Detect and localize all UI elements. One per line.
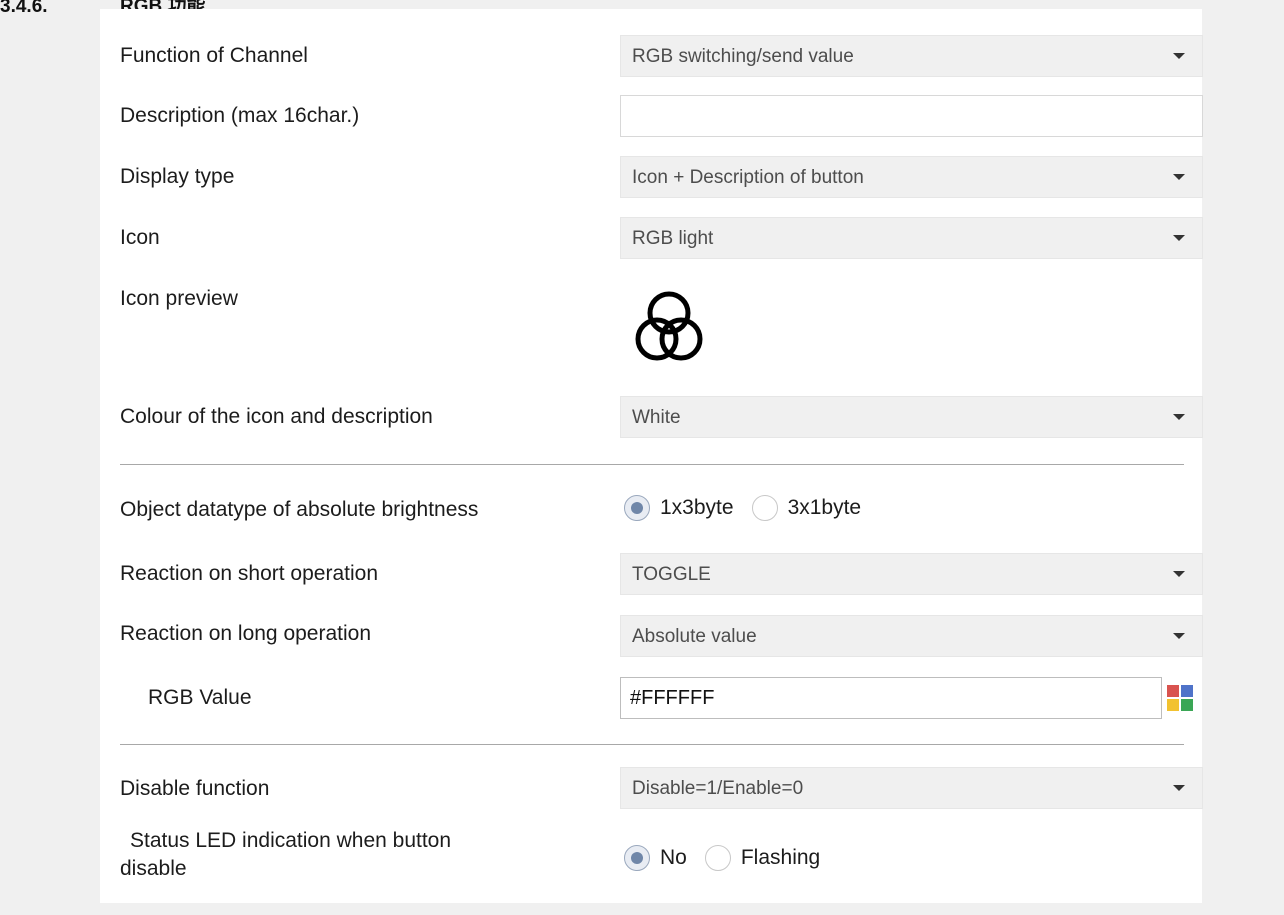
radio-1x3byte[interactable]: 1x3byte: [624, 495, 734, 521]
row-icon-preview: Icon preview: [120, 287, 1184, 377]
radio-flashing[interactable]: Flashing: [704, 845, 821, 871]
disable-function-label: Disable function: [120, 777, 270, 800]
icon-dropdown[interactable]: RGB light: [620, 217, 1203, 259]
chevron-down-icon: [1173, 633, 1185, 639]
row-disable-function: Disable function Disable=1/Enable=0: [120, 767, 1203, 809]
radio-unchecked-icon: [751, 495, 778, 521]
chevron-down-icon: [1173, 571, 1185, 577]
disable-function-dropdown[interactable]: Disable=1/Enable=0: [620, 767, 1203, 809]
function-of-channel-dropdown[interactable]: RGB switching/send value: [620, 35, 1203, 77]
rgb-value-text: #FFFFFF: [630, 687, 715, 709]
rgb-value-label: RGB Value: [148, 686, 252, 709]
radio-checked-icon: [624, 495, 650, 521]
radio-checked-icon: [624, 845, 650, 871]
radio-1x3byte-label: 1x3byte: [660, 496, 734, 519]
chevron-down-icon: [1173, 785, 1185, 791]
function-of-channel-label: Function of Channel: [120, 44, 308, 67]
function-of-channel-value: RGB switching/send value: [632, 46, 854, 67]
row-short-operation: Reaction on short operation TOGGLE: [120, 553, 1203, 595]
radio-no[interactable]: No: [624, 845, 687, 871]
short-operation-value: TOGGLE: [632, 564, 711, 585]
short-operation-label: Reaction on short operation: [120, 562, 378, 585]
radio-3x1byte-label: 3x1byte: [787, 496, 862, 519]
status-led-label-line2: disable: [120, 857, 187, 880]
divider: [120, 464, 1184, 465]
long-operation-value: Absolute value: [632, 626, 757, 647]
parameter-panel: Function of Channel RGB switching/send v…: [100, 9, 1203, 903]
chevron-down-icon: [1173, 414, 1185, 420]
row-description: Description (max 16char.): [120, 95, 1203, 137]
chevron-down-icon: [1173, 235, 1185, 241]
rgb-circles-icon: [635, 291, 703, 361]
row-long-operation: Reaction on long operation Absolute valu…: [120, 615, 1203, 657]
short-operation-dropdown[interactable]: TOGGLE: [620, 553, 1203, 595]
long-operation-dropdown[interactable]: Absolute value: [620, 615, 1203, 657]
row-function-of-channel: Function of Channel RGB switching/send v…: [120, 35, 1203, 77]
picker-swatch: [1167, 685, 1179, 697]
row-rgb-value: RGB Value #FFFFFF: [120, 677, 1193, 719]
display-type-label: Display type: [120, 165, 235, 188]
status-led-label-line1: Status LED indication when button: [130, 829, 452, 852]
description-input[interactable]: [620, 95, 1203, 137]
rgb-value-input[interactable]: #FFFFFF: [620, 677, 1162, 719]
description-label: Description (max 16char.): [120, 104, 360, 127]
row-datatype: Object datatype of absolute brightness 1…: [120, 493, 1184, 529]
radio-unchecked-icon: [704, 845, 731, 871]
picker-swatch: [1167, 699, 1179, 711]
chevron-down-icon: [1173, 174, 1185, 180]
row-status-led: Status LED indication when button disabl…: [120, 829, 1184, 885]
chevron-down-icon: [1173, 53, 1185, 59]
color-picker-icon[interactable]: [1167, 685, 1193, 711]
icon-value: RGB light: [632, 228, 714, 249]
colour-dropdown[interactable]: White: [620, 396, 1203, 438]
long-operation-label: Reaction on long operation: [120, 622, 372, 645]
picker-swatch: [1181, 685, 1193, 697]
radio-no-label: No: [660, 846, 687, 869]
picker-swatch: [1181, 699, 1193, 711]
disable-function-value: Disable=1/Enable=0: [632, 778, 804, 799]
datatype-label: Object datatype of absolute brightness: [120, 498, 479, 521]
status-led-radio-group: No Flashing: [624, 845, 838, 871]
icon-label: Icon: [120, 226, 160, 249]
datatype-radio-group: 1x3byte 3x1byte: [624, 495, 879, 521]
colour-label: Colour of the icon and description: [120, 405, 433, 428]
divider: [120, 744, 1184, 745]
radio-3x1byte[interactable]: 3x1byte: [751, 495, 862, 521]
display-type-value: Icon + Description of button: [632, 167, 864, 188]
radio-flashing-label: Flashing: [740, 846, 821, 869]
row-icon: Icon RGB light: [120, 217, 1203, 259]
row-display-type: Display type Icon + Description of butto…: [120, 156, 1203, 198]
row-colour: Colour of the icon and description White: [120, 396, 1203, 438]
colour-value: White: [632, 407, 681, 428]
display-type-dropdown[interactable]: Icon + Description of button: [620, 156, 1203, 198]
icon-preview-label: Icon preview: [120, 287, 238, 310]
